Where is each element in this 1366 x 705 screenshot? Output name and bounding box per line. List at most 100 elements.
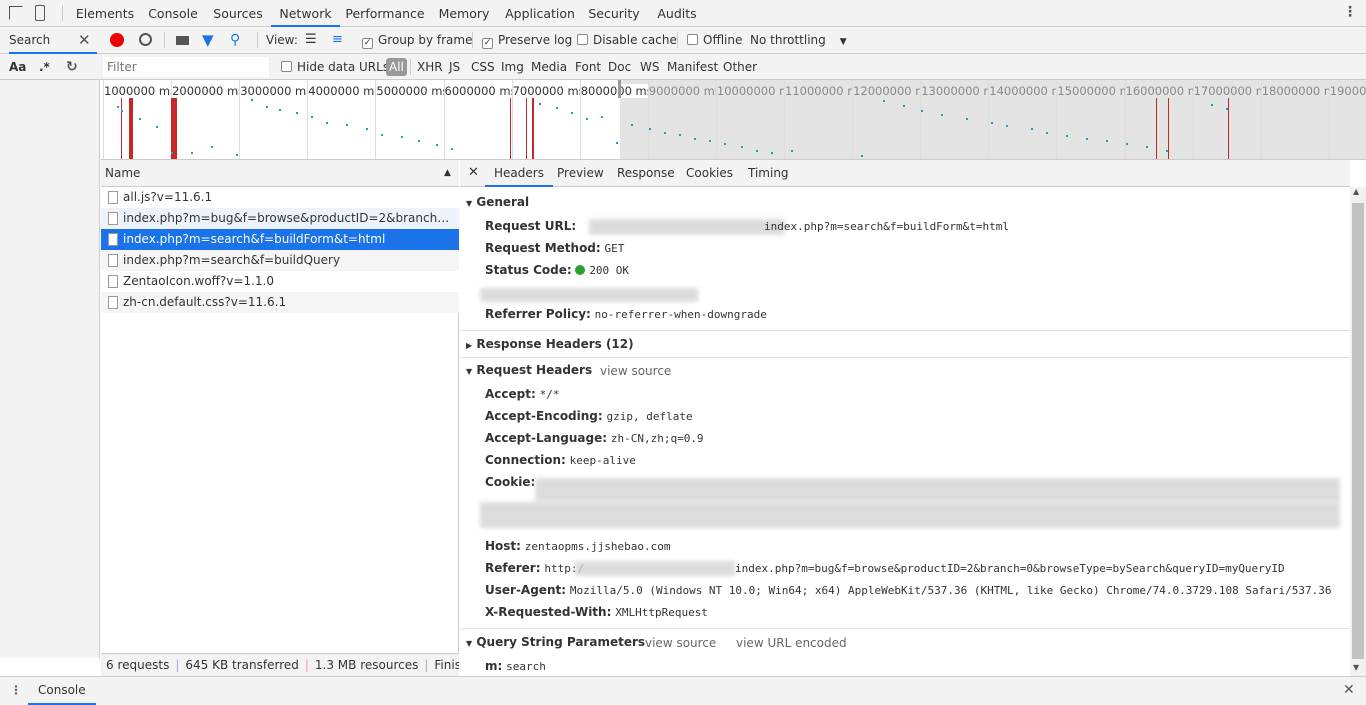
waterfall-icon[interactable]: ≡ (332, 27, 343, 53)
disable-cache-checkbox[interactable]: Disable cache (577, 27, 677, 53)
chevron-down-icon: ▼ (839, 37, 847, 47)
close-drawer-icon[interactable]: ✕ (1343, 677, 1355, 703)
type-filter-css[interactable]: CSS (471, 54, 495, 80)
request-dot (139, 118, 141, 120)
type-filter-other[interactable]: Other (723, 54, 757, 80)
query-view-url-encoded[interactable]: view URL encoded (736, 636, 847, 650)
offline-checkbox[interactable]: Offline (687, 27, 742, 53)
tab-memory[interactable]: Memory (432, 0, 496, 27)
network-toolbar: Search ✕ ▼ ⚲ View: ☰ ≡ ✓ Group by frame ✓… (0, 27, 1366, 54)
request-headers-toggle[interactable]: ▼ Request Headers (466, 363, 592, 377)
regex-button[interactable]: .* (39, 54, 50, 80)
tab-console[interactable]: Console (142, 0, 204, 27)
hide-data-urls-checkbox[interactable]: Hide data URLs (281, 54, 389, 80)
request-row[interactable]: index.php?m=search&f=buildQuery (101, 250, 459, 271)
large-rows-icon[interactable]: ☰ (305, 27, 317, 53)
detail-tab-timing[interactable]: Timing (748, 160, 789, 186)
response-headers-toggle[interactable]: ▶ Response Headers (12) (466, 337, 634, 351)
request-dot (1046, 132, 1048, 134)
type-filter-all[interactable]: All (386, 58, 407, 76)
type-filter-js[interactable]: JS (449, 54, 460, 80)
request-header-row: Referer: http:/ (485, 561, 584, 575)
overview-window-handle[interactable] (618, 80, 621, 98)
request-method-value: GET (604, 242, 625, 255)
detail-tab-cookies[interactable]: Cookies (686, 160, 733, 186)
close-detail-icon[interactable]: ✕ (468, 160, 479, 186)
detail-tab-headers[interactable]: Headers (485, 160, 553, 187)
referrer-policy-value: no-referrer-when-downgrade (594, 308, 767, 321)
match-case-button[interactable]: Aa (9, 54, 26, 80)
type-filter-doc[interactable]: Doc (608, 54, 631, 80)
type-filter-ws[interactable]: WS (640, 54, 659, 80)
load-event-marker (175, 98, 177, 159)
request-dot (236, 154, 238, 156)
capture-screenshots-icon[interactable] (176, 36, 189, 45)
request-dot (251, 99, 253, 101)
request-header-row: Accept: */* (485, 387, 559, 401)
detail-tab-preview[interactable]: Preview (557, 160, 604, 186)
filter-icon[interactable]: ▼ (202, 27, 214, 53)
name-column-header[interactable]: Name ▲ (101, 160, 459, 187)
scrollbar-thumb[interactable] (1352, 203, 1364, 659)
detail-tab-response[interactable]: Response (617, 160, 675, 186)
file-icon (108, 212, 118, 225)
tab-performance[interactable]: Performance (344, 0, 426, 27)
device-toolbar-icon[interactable] (35, 5, 45, 21)
tab-security[interactable]: Security (584, 0, 644, 27)
request-dot (1226, 108, 1228, 110)
tab-sources[interactable]: Sources (208, 0, 268, 27)
request-dot (451, 148, 453, 150)
type-filter-media[interactable]: Media (531, 54, 567, 80)
query-param-value: search (506, 660, 546, 673)
search-icon[interactable]: ⚲ (230, 27, 240, 53)
request-row[interactable]: index.php?m=search&f=buildForm&t=html (101, 229, 459, 250)
type-filter-manifest[interactable]: Manifest (667, 54, 718, 80)
detail-scrollbar[interactable]: ▲ ▼ (1350, 187, 1366, 676)
checkbox-icon (687, 34, 698, 45)
request-row[interactable]: index.php?m=bug&f=browse&productID=2&bra… (101, 208, 459, 229)
view-label: View: (266, 33, 298, 47)
type-filter-img[interactable]: Img (501, 54, 524, 80)
tab-elements[interactable]: Elements (72, 0, 138, 27)
request-row[interactable]: zh-cn.default.css?v=11.6.1 (101, 292, 459, 313)
drawer-menu-icon[interactable]: ⋮ (10, 677, 22, 703)
more-options-icon[interactable]: ⋮ (1343, 4, 1357, 20)
type-filter-font[interactable]: Font (575, 54, 601, 80)
tab-audits[interactable]: Audits (650, 0, 704, 27)
close-search-icon[interactable]: ✕ (78, 27, 91, 53)
status-code-value: 200 OK (589, 264, 630, 277)
load-event-marker (1228, 98, 1229, 159)
network-overview[interactable]: 1000000 ms 2000000 ms 3000000 ms 4000000 ms… (101, 80, 1366, 160)
general-section-toggle[interactable]: ▼ General (466, 195, 529, 209)
file-icon (108, 275, 118, 288)
request-count: 6 requests (106, 658, 170, 672)
query-view-source[interactable]: view source (645, 636, 716, 650)
request-row[interactable]: ZentaoIcon.woff?v=1.1.0 (101, 271, 459, 292)
query-string-toggle[interactable]: ▼ Query String Parameters (466, 635, 645, 649)
clear-icon[interactable] (139, 33, 152, 46)
throttling-select[interactable]: No throttling ▼ (750, 27, 847, 55)
request-dot (191, 152, 193, 154)
response-headers-title: Response Headers (12) (476, 337, 634, 351)
request-headers-view-source[interactable]: view source (600, 364, 671, 378)
record-icon[interactable] (110, 33, 124, 47)
tab-application[interactable]: Application (502, 0, 578, 27)
request-dot (586, 118, 588, 120)
transferred-size: 645 KB transferred (185, 658, 299, 672)
request-dot (616, 142, 618, 144)
request-dot (296, 112, 298, 114)
request-dot (381, 134, 383, 136)
type-filter-xhr[interactable]: XHR (417, 54, 443, 80)
request-row[interactable]: all.js?v=11.6.1 (101, 187, 459, 208)
request-header-row: Accept-Encoding: gzip, deflate (485, 409, 693, 423)
request-method-label: Request Method: (485, 241, 601, 255)
drawer-tab-console[interactable]: Console (28, 677, 96, 705)
inspect-element-icon[interactable] (9, 6, 23, 20)
request-dot (679, 134, 681, 136)
refresh-icon[interactable]: ↻ (66, 54, 78, 80)
filter-input[interactable] (103, 57, 269, 77)
tab-network[interactable]: Network (271, 0, 340, 27)
group-by-frame-checkbox[interactable]: ✓ Group by frame (362, 27, 472, 53)
preserve-log-checkbox[interactable]: ✓ Preserve log (482, 27, 572, 53)
request-dot (694, 138, 696, 140)
